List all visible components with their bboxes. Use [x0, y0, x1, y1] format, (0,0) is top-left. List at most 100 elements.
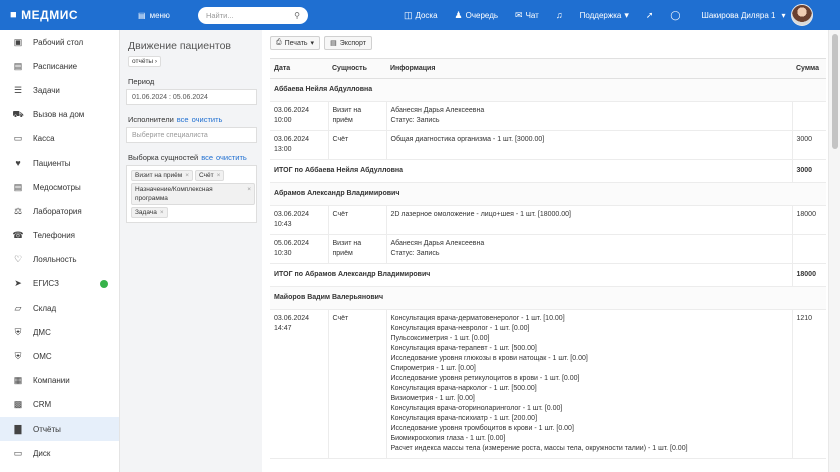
sidebar-item-dms[interactable]: ⛨ ДМС [0, 320, 119, 344]
col-sum[interactable]: Сумма [792, 58, 826, 79]
logo[interactable]: ■ МЕДМИС [0, 8, 120, 22]
remove-icon[interactable]: × [217, 172, 221, 179]
total-label: ИТОГ по Абрамов Александр Владимирович [270, 263, 792, 287]
sidebar-item-patients[interactable]: ♥ Пациенты [0, 151, 119, 175]
row-sum [791, 101, 826, 131]
row-entity: Счёт [327, 205, 386, 235]
sidebar-item-reports[interactable]: ▇ Отчёты [0, 417, 119, 442]
page-title: Движение пациентов [128, 40, 231, 52]
sidebar-item-telephony[interactable]: ☎ Телефония [0, 224, 119, 248]
info-line: Статус: Запись [390, 250, 440, 257]
col-info[interactable]: Информация [386, 58, 792, 79]
period-input[interactable]: 01.06.2024 : 05.06.2024 [126, 89, 257, 105]
status-dot [100, 279, 108, 288]
info-line: Консультация врача-нарколог - 1 шт. [500… [390, 385, 537, 392]
search-input[interactable]: Найти... [206, 11, 234, 20]
nav-tips[interactable]: ◯ [670, 10, 680, 21]
sidebar-item-desktop[interactable]: ▣ Рабочий стол [0, 30, 119, 54]
sidebar-item-medexams[interactable]: ▤ Медосмотры [0, 175, 119, 199]
table-header-row: Дата Сущность Информация Сумма [270, 58, 826, 79]
table-row[interactable]: 03.06.2024 13:00 Счёт Общая диагностика о… [270, 130, 826, 160]
sidebar-item-loyalty[interactable]: ♡ Лояльность [0, 248, 119, 272]
group-name: Майоров Вадим Валерьянович [270, 286, 826, 310]
top-bar: ■ МЕДМИС ▤ меню Найти... ⚲ ◫ Доска ♟ Оче… [0, 0, 840, 30]
export-label: Экспорт [339, 39, 366, 47]
chip-label: Задача [135, 209, 157, 216]
entity-chip[interactable]: Счёт × [195, 170, 225, 181]
remove-icon[interactable]: × [160, 209, 164, 216]
menu-button[interactable]: ▤ меню [138, 11, 170, 20]
row-date: 03.06.2024 13:00 [270, 130, 328, 160]
breadcrumb-tag[interactable]: отчёты › [128, 56, 162, 67]
sidebar-item-label: Отчёты [33, 424, 61, 434]
col-entity[interactable]: Сущность [328, 58, 386, 79]
row-entity: Визит на приём [327, 234, 386, 264]
monitor-icon: ▣ [13, 36, 23, 47]
print-button[interactable]: ⎙ Печать ▾ [270, 36, 321, 50]
row-date: 03.06.2024 10:43 [270, 205, 328, 235]
entities-clear-link[interactable]: очистить [216, 153, 247, 162]
export-button[interactable]: ▤ Экспорт [324, 36, 372, 50]
total-row: ИТОГ по Абрамов Александр Владимирович 1… [270, 263, 826, 287]
total-row: ИТОГ по Аббаева Нейля Абдулловна 3000 [270, 159, 826, 183]
nav-pin[interactable]: ➚ [646, 10, 654, 21]
user-menu[interactable]: Шакирова Диляра 1 ▾ [702, 4, 814, 26]
sidebar-item-companies[interactable]: ▦ Компании [0, 369, 119, 393]
entities-all-link[interactable]: все [201, 153, 213, 162]
entity-chip[interactable]: Назначение/Комплексная программа × [131, 183, 255, 205]
sidebar-item-label: Пациенты [33, 158, 71, 168]
nav-notifications[interactable]: ♫ [556, 10, 563, 20]
table-row[interactable]: 03.06.2024 10:00 Визит на приём Абанесян … [270, 101, 826, 131]
executors-select[interactable]: Выберите специалиста [126, 127, 257, 143]
row-sum: 1210 [791, 309, 826, 459]
sidebar-item-home-visit[interactable]: ⛟ Вызов на дом [0, 103, 119, 127]
scrollbar[interactable] [828, 30, 840, 472]
col-date[interactable]: Дата [270, 58, 328, 79]
sidebar-item-label: Рабочий стол [33, 37, 84, 47]
search-box[interactable]: Найти... ⚲ [197, 6, 308, 24]
printer-icon: ⎙ [276, 39, 282, 46]
remove-icon[interactable]: × [185, 172, 189, 179]
executors-clear-link[interactable]: очистить [192, 115, 223, 124]
sidebar-item-warehouse[interactable]: ▱ Склад [0, 296, 119, 320]
breadcrumb-tag-label: отчёты [132, 58, 154, 65]
table-row[interactable]: 05.06.2024 10:30 Визит на приём Абанесян … [270, 234, 826, 264]
table-row[interactable]: 03.06.2024 10:43 Счёт 2D лазерное омоложе… [270, 205, 826, 235]
entity-chip[interactable]: Визит на приём × [131, 170, 194, 181]
chevron-down-icon: ▾ [624, 9, 629, 20]
nav-chat[interactable]: ✉ Чат [515, 10, 539, 21]
sidebar-item-laboratory[interactable]: ⚖ Лаборатория [0, 199, 119, 223]
info-line: Расчет индекса массы тела (измерение рос… [390, 445, 688, 452]
nav-queue[interactable]: ♟ Очередь [455, 10, 498, 21]
sidebar-item-schedule[interactable]: ▤ Расписание [0, 54, 119, 78]
sidebar-item-disk[interactable]: ▭ Диск [0, 441, 119, 465]
executors-all-link[interactable]: все [177, 115, 189, 124]
scrollbar-thumb[interactable] [832, 34, 838, 149]
sidebar-item-label: Компании [33, 376, 70, 386]
total-value: 18000 [791, 263, 826, 287]
remove-icon[interactable]: × [247, 185, 251, 203]
row-date: 03.06.2024 10:00 [270, 101, 328, 131]
sidebar-item-label: ДМС [33, 327, 51, 337]
sidebar-item-label: CRM [33, 400, 52, 410]
info-line: Консультация врача-психиатр - 1 шт. [200… [390, 415, 538, 422]
info-line: Статус: Запись [390, 117, 440, 124]
sidebar-item-crm[interactable]: ▩ CRM [0, 393, 119, 417]
table-row[interactable]: 03.06.2024 14:47 Счёт Консультация врача-… [270, 309, 826, 459]
bell-icon: ♫ [555, 10, 563, 20]
row-entity: Счёт [327, 309, 386, 459]
sidebar-item-cashbox[interactable]: ▭ Касса [0, 127, 119, 151]
sidebar-item-tasks[interactable]: ☰ Задачи [0, 78, 119, 102]
nav-support[interactable]: Поддержка ▾ [580, 10, 629, 21]
top-nav: ◫ Доска ♟ Очередь ✉ Чат ♫ Поддержка ▾ ➚ … [404, 10, 698, 21]
nav-board[interactable]: ◫ Доска [404, 10, 438, 21]
entity-chip[interactable]: Задача × [131, 207, 168, 218]
chevron-down-icon: ▾ [310, 40, 315, 47]
avatar[interactable] [791, 4, 814, 26]
entities-select[interactable]: Визит на приём × Счёт × Назначение/Комплекс… [126, 165, 257, 223]
logo-icon: ■ [10, 9, 18, 21]
total-value: 3000 [791, 159, 826, 183]
sidebar-item-egisz[interactable]: ➤ ЕГИСЗ [0, 272, 119, 296]
search-icon[interactable]: ⚲ [294, 11, 300, 20]
sidebar-item-oms[interactable]: ⛨ ОМС [0, 344, 119, 368]
